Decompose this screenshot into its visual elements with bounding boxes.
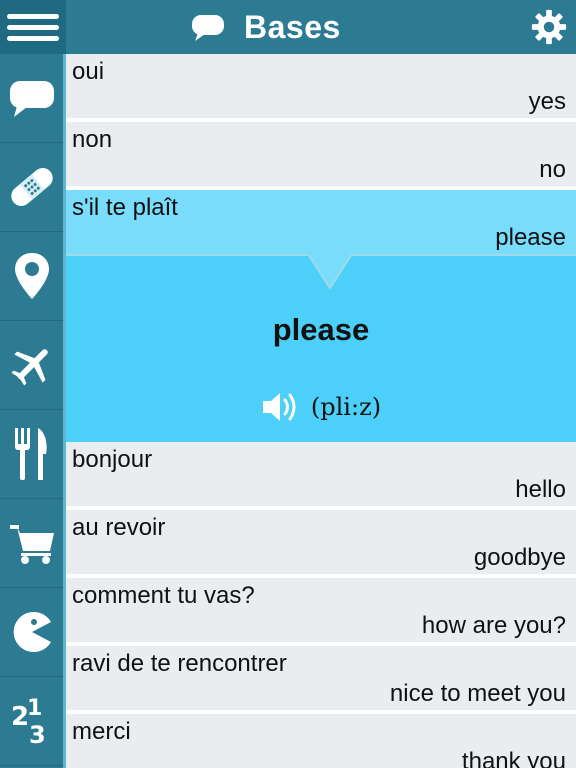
detail-word: please: [272, 312, 370, 347]
bandage-icon: [10, 168, 53, 206]
phrase-detail-panel: please (pli:z): [66, 254, 576, 442]
list-item[interactable]: non no: [66, 122, 576, 190]
list-item[interactable]: comment tu vas? how are you?: [66, 578, 576, 646]
english-translation: please: [495, 224, 566, 251]
speaker-icon[interactable]: [261, 390, 301, 424]
sidebar-item-shopping[interactable]: [0, 499, 63, 588]
pronunciation-text: (pli:z): [310, 393, 382, 421]
list-item[interactable]: bonjour hello: [66, 442, 576, 510]
speech-bubble-icon: [192, 15, 224, 41]
airplane-icon: [10, 349, 48, 386]
svg-text:3: 3: [29, 721, 46, 747]
list-item[interactable]: merci thank you: [66, 714, 576, 768]
french-phrase: s'il te plaît: [72, 194, 178, 221]
header-title-area: Bases: [190, 0, 341, 54]
speech-bubble-icon: [9, 81, 54, 117]
french-phrase: merci: [72, 718, 131, 745]
page-title: Bases: [244, 8, 341, 45]
map-pin-icon: [14, 253, 49, 299]
pacman-icon: [13, 612, 51, 652]
sidebar-item-travel[interactable]: [0, 321, 63, 410]
sidebar-item-games[interactable]: [0, 588, 63, 677]
shopping-cart-icon: [9, 525, 54, 564]
french-phrase: au revoir: [72, 514, 166, 541]
sidebar-item-basics[interactable]: [0, 54, 63, 143]
english-translation: thank you: [461, 748, 566, 768]
sidebar-item-directions[interactable]: [0, 232, 63, 321]
french-phrase: bonjour: [72, 446, 153, 473]
list-item[interactable]: au revoir goodbye: [66, 510, 576, 578]
phrase-list: oui yes non no s'il te plaît please plea…: [66, 54, 576, 768]
french-phrase: oui: [72, 58, 105, 85]
english-translation: nice to meet you: [389, 680, 566, 707]
hamburger-menu-icon[interactable]: [0, 0, 66, 54]
sidebar-item-numbers[interactable]: 2 1 3: [0, 677, 63, 766]
svg-text:1: 1: [27, 696, 42, 721]
list-item[interactable]: oui yes: [66, 54, 576, 122]
french-phrase: ravi de te rencontrer: [72, 650, 287, 677]
pronunciation-row: (pli:z): [66, 390, 576, 424]
english-translation: how are you?: [421, 612, 566, 639]
english-translation: no: [539, 156, 566, 183]
english-translation: yes: [528, 88, 566, 115]
sidebar-item-health[interactable]: [0, 143, 63, 232]
english-translation: goodbye: [473, 544, 566, 571]
french-phrase: non: [72, 126, 113, 153]
sidebar-item-food[interactable]: [0, 410, 63, 499]
pointer-notch: [308, 254, 352, 290]
english-translation: hello: [515, 476, 566, 503]
list-item-selected[interactable]: s'il te plaît please: [66, 190, 576, 254]
top-bar: Bases: [0, 0, 576, 54]
numbers-icon: 2 1 3: [11, 696, 46, 747]
category-sidebar: 2 1 3: [0, 54, 66, 768]
french-phrase: comment tu vas?: [72, 582, 255, 609]
list-item[interactable]: ravi de te rencontrer nice to meet you: [66, 646, 576, 714]
fork-knife-icon: [14, 428, 47, 480]
gear-icon[interactable]: [530, 8, 568, 46]
